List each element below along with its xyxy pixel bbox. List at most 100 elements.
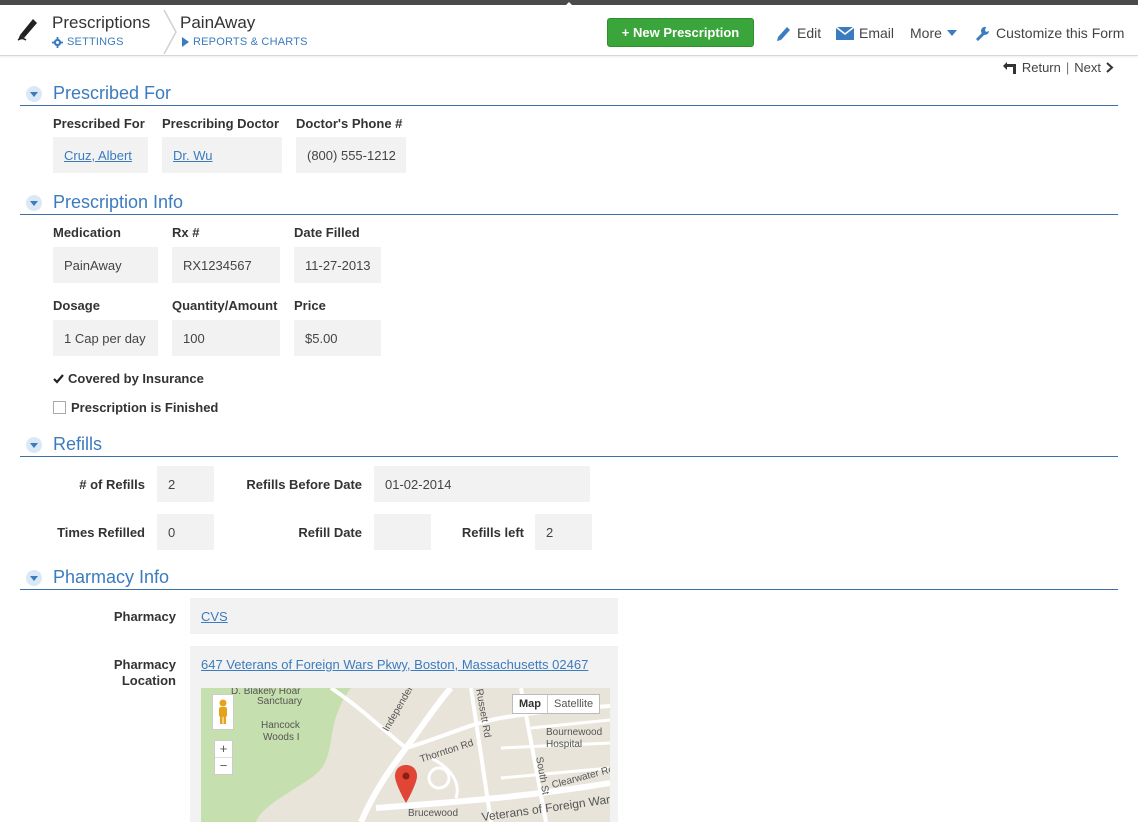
- field-label: Medication: [53, 225, 121, 240]
- pharmacy-link[interactable]: CVS: [201, 609, 228, 624]
- map-type-control: Map Satellite: [512, 694, 601, 714]
- checkmark-icon: [53, 373, 64, 384]
- email-label: Email: [859, 25, 895, 41]
- more-label: More: [910, 25, 942, 41]
- section-toggle-button[interactable]: [26, 86, 42, 102]
- field-label: Refill Date: [298, 525, 362, 540]
- section-title: Prescription Info: [53, 192, 184, 212]
- prescribed-for-value: Cruz, Albert: [53, 137, 148, 173]
- breadcrumb-divider-icon: [163, 10, 177, 54]
- field-label: Dosage: [53, 298, 100, 313]
- doctor-phone-value: (800) 555-1212: [296, 137, 406, 173]
- record-title: PainAway: [180, 13, 256, 32]
- field-label: Prescribed For: [53, 116, 145, 131]
- field-label: Times Refilled: [57, 525, 145, 540]
- caret-right-icon: [182, 37, 189, 47]
- new-prescription-button[interactable]: + New Prescription: [607, 18, 754, 47]
- reports-label: REPORTS & CHARTS: [193, 36, 308, 48]
- medication-value: PainAway: [53, 247, 158, 283]
- price-value: $5.00: [294, 320, 381, 356]
- map-label: Sanctuary: [257, 696, 303, 707]
- return-arrow-icon: [1002, 61, 1016, 74]
- refills-before-date-value: 01-02-2014: [374, 466, 590, 502]
- gear-icon: [52, 36, 63, 48]
- return-link[interactable]: Return: [1022, 60, 1061, 75]
- section-title: Prescribed For: [53, 83, 172, 103]
- section-toggle-button[interactable]: [26, 195, 42, 211]
- insurance-label: Covered by Insurance: [68, 371, 204, 386]
- settings-link[interactable]: SETTINGS: [52, 36, 124, 48]
- app-title[interactable]: Prescriptions: [52, 13, 150, 33]
- record-navigation: Return | Next: [1002, 60, 1114, 75]
- section-prescribed-for: Prescribed For: [20, 83, 1118, 106]
- pharmacy-value: CVS: [190, 598, 618, 634]
- customize-form-link[interactable]: Customize this Form: [976, 25, 1124, 41]
- envelope-icon: [836, 26, 854, 40]
- field-label: Pharmacy: [113, 609, 176, 624]
- section-refills: Refills: [20, 434, 1118, 457]
- field-label: Date Filled: [294, 225, 360, 240]
- quantity-value: 100: [172, 320, 280, 356]
- page-header: Prescriptions SETTINGS PainAway REPORTS …: [0, 5, 1138, 56]
- field-label: Refills Before Date: [246, 477, 362, 492]
- email-button[interactable]: Email: [836, 25, 894, 41]
- field-label: Price: [294, 298, 326, 313]
- prescription-finished: Prescription is Finished: [53, 400, 218, 415]
- chevron-right-icon[interactable]: [1106, 62, 1114, 73]
- chevron-down-icon: [30, 442, 38, 448]
- chevron-down-icon: [30, 575, 38, 581]
- edit-button[interactable]: Edit: [776, 25, 821, 41]
- finished-label: Prescription is Finished: [71, 400, 219, 415]
- section-prescription-info: Prescription Info: [20, 192, 1118, 215]
- field-label: # of Refills: [79, 477, 145, 492]
- map-label: Hospital: [546, 739, 583, 750]
- section-title: Refills: [53, 434, 103, 454]
- section-pharmacy-info: Pharmacy Info: [20, 567, 1118, 590]
- zoom-out-button[interactable]: −: [215, 758, 232, 774]
- section-title: Pharmacy Info: [53, 567, 170, 587]
- map-label: Hancock: [261, 720, 300, 731]
- doctor-link[interactable]: Dr. Wu: [173, 148, 213, 163]
- map-label: Bournewood: [546, 727, 603, 738]
- field-label: Pharmacy: [113, 657, 176, 672]
- field-label: Refills left: [461, 525, 524, 540]
- prescribing-doctor-value: Dr. Wu: [162, 137, 282, 173]
- map-button[interactable]: Map: [513, 695, 548, 713]
- dosage-value: 1 Cap per day: [53, 320, 158, 356]
- map-label: Woods I: [263, 732, 300, 743]
- satellite-button[interactable]: Satellite: [548, 695, 599, 713]
- refills-left-value: 2: [535, 514, 592, 550]
- unchecked-box-icon: [53, 401, 66, 414]
- chevron-down-icon: [30, 200, 38, 206]
- more-menu[interactable]: More: [910, 25, 957, 41]
- wrench-icon: [976, 26, 989, 41]
- settings-label: SETTINGS: [67, 36, 124, 48]
- refills-count-value: 2: [157, 466, 214, 502]
- rx-number-value: RX1234567: [172, 247, 280, 283]
- field-label: Rx #: [172, 225, 200, 240]
- patient-link[interactable]: Cruz, Albert: [64, 148, 132, 163]
- reports-charts-link[interactable]: REPORTS & CHARTS: [182, 36, 308, 48]
- date-filled-value: 11-27-2013: [294, 247, 381, 283]
- section-toggle-button[interactable]: [26, 570, 42, 586]
- field-label: Doctor's Phone #: [296, 116, 403, 131]
- chevron-down-icon: [30, 91, 38, 97]
- covered-by-insurance: Covered by Insurance: [53, 371, 204, 386]
- map-marker-icon[interactable]: [395, 765, 417, 803]
- edit-label: Edit: [797, 25, 822, 41]
- address-link[interactable]: 647 Veterans of Foreign Wars Pkwy, Bosto…: [201, 657, 588, 672]
- chevron-down-icon: [946, 30, 957, 36]
- field-label: Location: [121, 673, 176, 688]
- pencil-icon: [16, 15, 40, 46]
- zoom-in-button[interactable]: +: [215, 741, 232, 758]
- field-label: Prescribing Doctor: [162, 116, 280, 131]
- pencil-edit-icon: [777, 27, 790, 41]
- location-map[interactable]: + − Map Satellite D. Blakely Hoar Sanctu…: [201, 688, 610, 822]
- refill-date-value: [374, 514, 431, 550]
- next-link[interactable]: Next: [1074, 60, 1101, 75]
- section-toggle-button[interactable]: [26, 437, 42, 453]
- times-refilled-value: 0: [157, 514, 214, 550]
- field-label: Quantity/Amount: [172, 298, 278, 313]
- nav-separator: |: [1065, 60, 1070, 75]
- street-view-pegman-icon[interactable]: [212, 694, 234, 730]
